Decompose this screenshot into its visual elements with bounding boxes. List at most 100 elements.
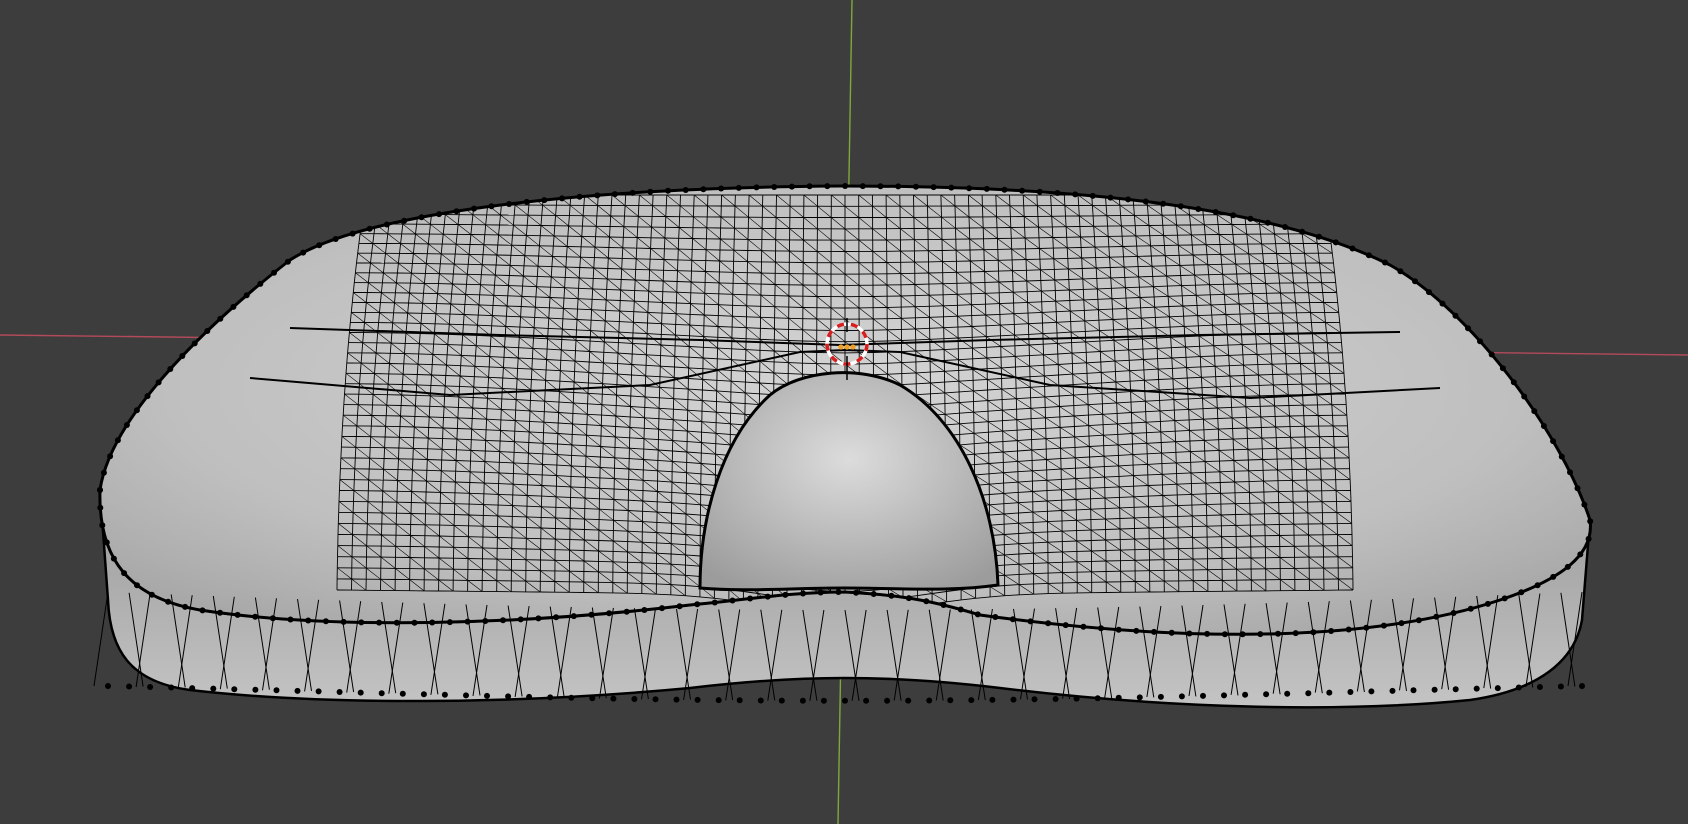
wire-edge xyxy=(456,449,471,451)
wire-edge xyxy=(648,280,650,292)
wire-edge xyxy=(1248,469,1264,472)
wire-edge xyxy=(1054,279,1069,281)
wire-edge xyxy=(999,302,1014,305)
wire-edge xyxy=(1219,470,1235,473)
wire-edge xyxy=(384,436,386,448)
wire-edge xyxy=(1243,364,1258,366)
wire-edge xyxy=(1051,226,1054,238)
wire-edge xyxy=(1244,384,1260,387)
wire-edge xyxy=(1272,214,1288,225)
wire-edge xyxy=(635,258,637,270)
wire-edge xyxy=(915,316,930,319)
wire-edge xyxy=(621,258,623,269)
wire-edge xyxy=(473,376,475,388)
wire-edge xyxy=(447,344,463,346)
wire-edge xyxy=(1069,299,1084,301)
wire-edge xyxy=(649,269,664,271)
wire-edge xyxy=(1214,354,1229,357)
wire-edge xyxy=(1140,306,1155,309)
wire-edge xyxy=(441,438,444,450)
wire-edge xyxy=(1147,473,1163,476)
wire-edge xyxy=(1036,205,1039,217)
wire-edge xyxy=(397,458,399,470)
wire-edge xyxy=(635,248,638,259)
wire-edge xyxy=(1080,236,1082,248)
wire-edge xyxy=(550,266,553,277)
wire-edge xyxy=(503,346,505,358)
wire-edge xyxy=(1189,429,1204,431)
wire-edge xyxy=(386,394,388,406)
wire-edge xyxy=(516,368,519,379)
wire-edge xyxy=(1182,294,1197,297)
wire-edge xyxy=(1092,215,1095,227)
wire-edge xyxy=(1283,194,1286,205)
wire-edge xyxy=(457,407,459,418)
wire-edge xyxy=(1242,194,1258,206)
wire-edge xyxy=(1226,323,1241,326)
wire-edge xyxy=(1230,385,1245,387)
wire-edge xyxy=(1216,407,1219,419)
wire-edge xyxy=(447,194,461,206)
wire-edge xyxy=(648,290,663,293)
wire-edge xyxy=(470,460,485,463)
wire-edge xyxy=(1230,396,1233,408)
wire-edge xyxy=(398,426,401,438)
wire-edge xyxy=(633,301,635,312)
wire-edge xyxy=(418,353,433,355)
wire-edge xyxy=(578,287,593,290)
wire-edge xyxy=(459,365,462,377)
wire-edge xyxy=(1140,307,1142,319)
wire-edge xyxy=(1081,257,1083,269)
wire-edge xyxy=(1082,278,1084,290)
wire-edge xyxy=(1244,385,1246,397)
wire-edge xyxy=(1246,427,1262,429)
wire-edge xyxy=(1097,309,1100,321)
wire-edge xyxy=(606,299,621,301)
wire-edge xyxy=(648,301,663,303)
wire-edge xyxy=(1024,227,1026,239)
wire-edge xyxy=(473,386,489,389)
wire-edge xyxy=(447,354,462,356)
wire-edge xyxy=(1052,237,1054,249)
wire-edge xyxy=(1037,216,1039,228)
wire-edge xyxy=(545,369,547,381)
wire-edge xyxy=(1096,277,1111,279)
wire-edge xyxy=(527,484,542,486)
wire-edge xyxy=(605,299,607,311)
wire-edge xyxy=(486,398,488,409)
wire-edge xyxy=(530,379,532,391)
wire-edge xyxy=(443,416,458,419)
wire-edge xyxy=(1257,204,1273,215)
wire-edge xyxy=(662,301,677,304)
wire-edge xyxy=(1065,226,1068,238)
wire-edge xyxy=(413,416,416,428)
wire-edge xyxy=(1259,384,1274,386)
wire-edge xyxy=(1056,310,1071,313)
wire-edge xyxy=(428,437,443,440)
wire-edge xyxy=(1079,226,1081,238)
wire-edge xyxy=(901,328,916,330)
wire-edge xyxy=(442,448,457,451)
wire-edge xyxy=(531,358,533,370)
wire-edge xyxy=(1214,194,1217,205)
wire-edge xyxy=(414,405,416,417)
viewport-canvas[interactable] xyxy=(0,0,1688,824)
wire-edge xyxy=(652,194,654,206)
wire-edge xyxy=(444,406,459,408)
wire-edge xyxy=(634,279,636,291)
wire-edge xyxy=(718,293,733,295)
wire-edge xyxy=(403,204,406,215)
wire-edge xyxy=(485,439,501,442)
wire-edge xyxy=(637,205,640,217)
mesh-object[interactable] xyxy=(93,183,1594,709)
wire-edge xyxy=(377,194,380,205)
wire-edge xyxy=(604,310,607,321)
wire-edge xyxy=(431,204,434,215)
wire-edge xyxy=(621,247,624,259)
wire-edge xyxy=(718,315,733,317)
wire-edge xyxy=(1124,276,1139,278)
wire-edge xyxy=(649,259,651,270)
wire-edge xyxy=(499,461,514,464)
wire-edge xyxy=(774,328,789,330)
3d-viewport[interactable] xyxy=(0,0,1688,824)
